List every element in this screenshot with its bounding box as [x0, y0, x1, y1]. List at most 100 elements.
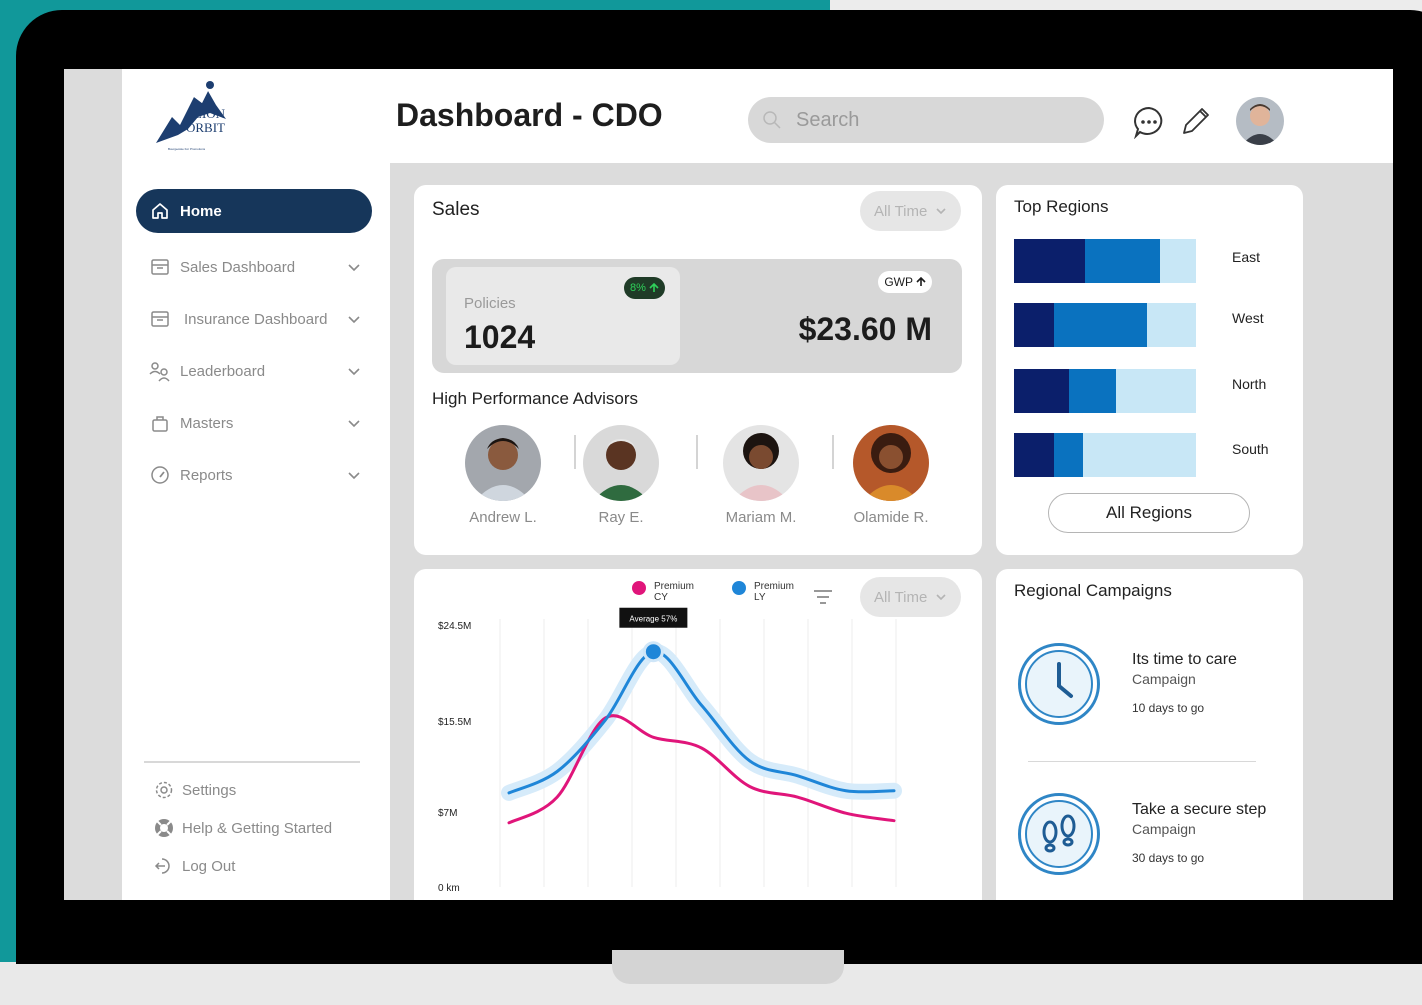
sidebar-item-label: Sales Dashboard	[180, 258, 296, 276]
regional-campaigns-card: Regional Campaigns Its time to care Camp…	[996, 569, 1303, 900]
users-icon	[148, 359, 172, 383]
archive-icon	[148, 255, 172, 279]
settings-link[interactable]: Settings	[152, 771, 332, 809]
chevron-down-icon[interactable]	[346, 363, 362, 379]
search-bar[interactable]	[748, 97, 1104, 143]
sidebar: LION ORBIT Bourgeoisie For Promotions Ho…	[122, 69, 390, 900]
region-bar-segment	[1014, 433, 1055, 477]
settings-label: Settings	[182, 781, 237, 799]
campaign-icon-ring	[1018, 643, 1100, 725]
sidebar-item-home[interactable]: Home	[136, 189, 372, 233]
sidebar-item-label: Reports	[180, 466, 233, 484]
campaign-item[interactable]: Take a secure step Campaign 30 days to g…	[1014, 793, 1284, 900]
chevron-down-icon	[936, 208, 946, 215]
region-bar-segment	[1084, 239, 1160, 283]
campaign-divider	[1028, 761, 1256, 762]
campaign-name: Its time to care	[1132, 651, 1237, 668]
premium-line-chart: $24.5M $15.5M $7M 0 km Average 57%	[438, 607, 902, 894]
chat-icon[interactable]	[1132, 105, 1166, 139]
bag-icon	[148, 411, 172, 435]
campaign-days: 30 days to go	[1132, 851, 1205, 865]
chevron-down-icon[interactable]	[346, 415, 362, 431]
lion-orbit-logo[interactable]: LION ORBIT Bourgeoisie For Promotions	[150, 73, 246, 153]
sidebar-item-label: Masters	[180, 414, 234, 432]
region-bar-segment	[1014, 239, 1085, 283]
region-bar[interactable]	[1014, 433, 1196, 477]
y-tick-label: $7M	[438, 808, 457, 819]
logo-tagline: Bourgeoisie For Promotions	[168, 147, 206, 151]
sidebar-item-leaderboard[interactable]: Leaderboard	[136, 345, 372, 397]
region-bar-segment	[1014, 303, 1055, 347]
peak-point[interactable]	[642, 641, 664, 663]
home-icon	[148, 199, 172, 223]
sidebar-item-reports[interactable]: Reports	[136, 449, 372, 501]
advisor-name: Olamide R.	[853, 509, 929, 526]
advisor-card[interactable]: Olamide R.	[836, 425, 946, 526]
campaign-type: Campaign	[1132, 821, 1196, 837]
sidebar-item-insurance-dashboard[interactable]: Insurance Dashboard	[136, 293, 372, 345]
change-badge: 8%	[624, 277, 665, 299]
region-bar[interactable]	[1014, 369, 1196, 413]
logout-link[interactable]: Log Out	[152, 847, 332, 885]
page-title: Dashboard - CDO	[396, 97, 663, 133]
sales-metrics: Policies 1024 8% GWP $23.60 M	[432, 259, 962, 373]
advisor-photo	[853, 425, 929, 501]
sidebar-item-sales-dashboard[interactable]: Sales Dashboard	[136, 241, 372, 293]
sidebar-item-label: Home	[180, 202, 222, 220]
sidebar-item-label: Insurance Dashboard	[184, 310, 328, 328]
y-tick-label: $24.5M	[438, 621, 471, 632]
series-glow	[501, 643, 902, 801]
advisor-photo	[583, 425, 659, 501]
campaign-item[interactable]: Its time to care Campaign 10 days to go	[1014, 643, 1284, 753]
change-value: 8%	[630, 282, 646, 294]
advisor-card[interactable]: Ray E.	[566, 425, 676, 526]
advisor-divider	[696, 435, 698, 469]
region-bar[interactable]	[1014, 303, 1196, 347]
sidebar-item-masters[interactable]: Masters	[136, 397, 372, 449]
region-bar[interactable]	[1014, 239, 1196, 283]
advisor-name: Andrew L.	[469, 509, 537, 526]
clock-icon	[1025, 650, 1093, 718]
advisor-card[interactable]: Mariam M.	[706, 425, 816, 526]
advisor-name: Mariam M.	[725, 509, 797, 526]
tooltip-text: Average 57%	[629, 615, 677, 624]
advisor-card[interactable]: Andrew L.	[448, 425, 558, 526]
campaign-name: Take a secure step	[1132, 801, 1267, 818]
archive-icon	[148, 307, 172, 331]
chevron-down-icon[interactable]	[346, 467, 362, 483]
top-regions-card: Top Regions East West North South All Re…	[996, 185, 1303, 555]
search-icon	[763, 111, 781, 129]
y-tick-label: 0 km	[438, 883, 460, 894]
search-input[interactable]	[796, 108, 1076, 132]
policies-label: Policies	[464, 295, 516, 312]
dashboard-screen: LION ORBIT Bourgeoisie For Promotions Ho…	[64, 69, 1393, 900]
pencil-icon[interactable]	[1178, 105, 1212, 139]
gear-icon	[152, 778, 176, 802]
region-bar-segment	[1054, 303, 1147, 347]
region-label: South	[1232, 441, 1269, 457]
gwp-label: GWP	[884, 275, 913, 289]
gwp-badge: GWP	[878, 271, 932, 293]
user-avatar[interactable]	[1236, 97, 1284, 145]
top-header: Dashboard - CDO	[390, 69, 1393, 163]
y-tick-label: $15.5M	[438, 717, 471, 728]
region-label: East	[1232, 249, 1261, 265]
advisors-title: High Performance Advisors	[432, 389, 638, 408]
logout-icon	[152, 854, 176, 878]
sidebar-divider	[144, 761, 360, 763]
filter-label: All Time	[874, 202, 928, 220]
region-bar-segment	[1014, 369, 1069, 413]
campaign-icon-ring	[1018, 793, 1100, 875]
sales-time-filter[interactable]: All Time	[860, 191, 962, 231]
sidebar-item-label: Leaderboard	[180, 362, 266, 380]
help-link[interactable]: Help & Getting Started	[152, 809, 332, 847]
gwp-value: $23.60 M	[798, 311, 932, 347]
chevron-down-icon[interactable]	[346, 311, 362, 327]
all-regions-button[interactable]: All Regions	[1048, 493, 1250, 533]
advisor-divider	[832, 435, 834, 469]
lifebuoy-icon	[152, 816, 176, 840]
gauge-icon	[148, 463, 172, 487]
chevron-down-icon[interactable]	[346, 259, 362, 275]
campaigns-title: Regional Campaigns	[1014, 581, 1172, 600]
region-label: North	[1232, 376, 1267, 392]
